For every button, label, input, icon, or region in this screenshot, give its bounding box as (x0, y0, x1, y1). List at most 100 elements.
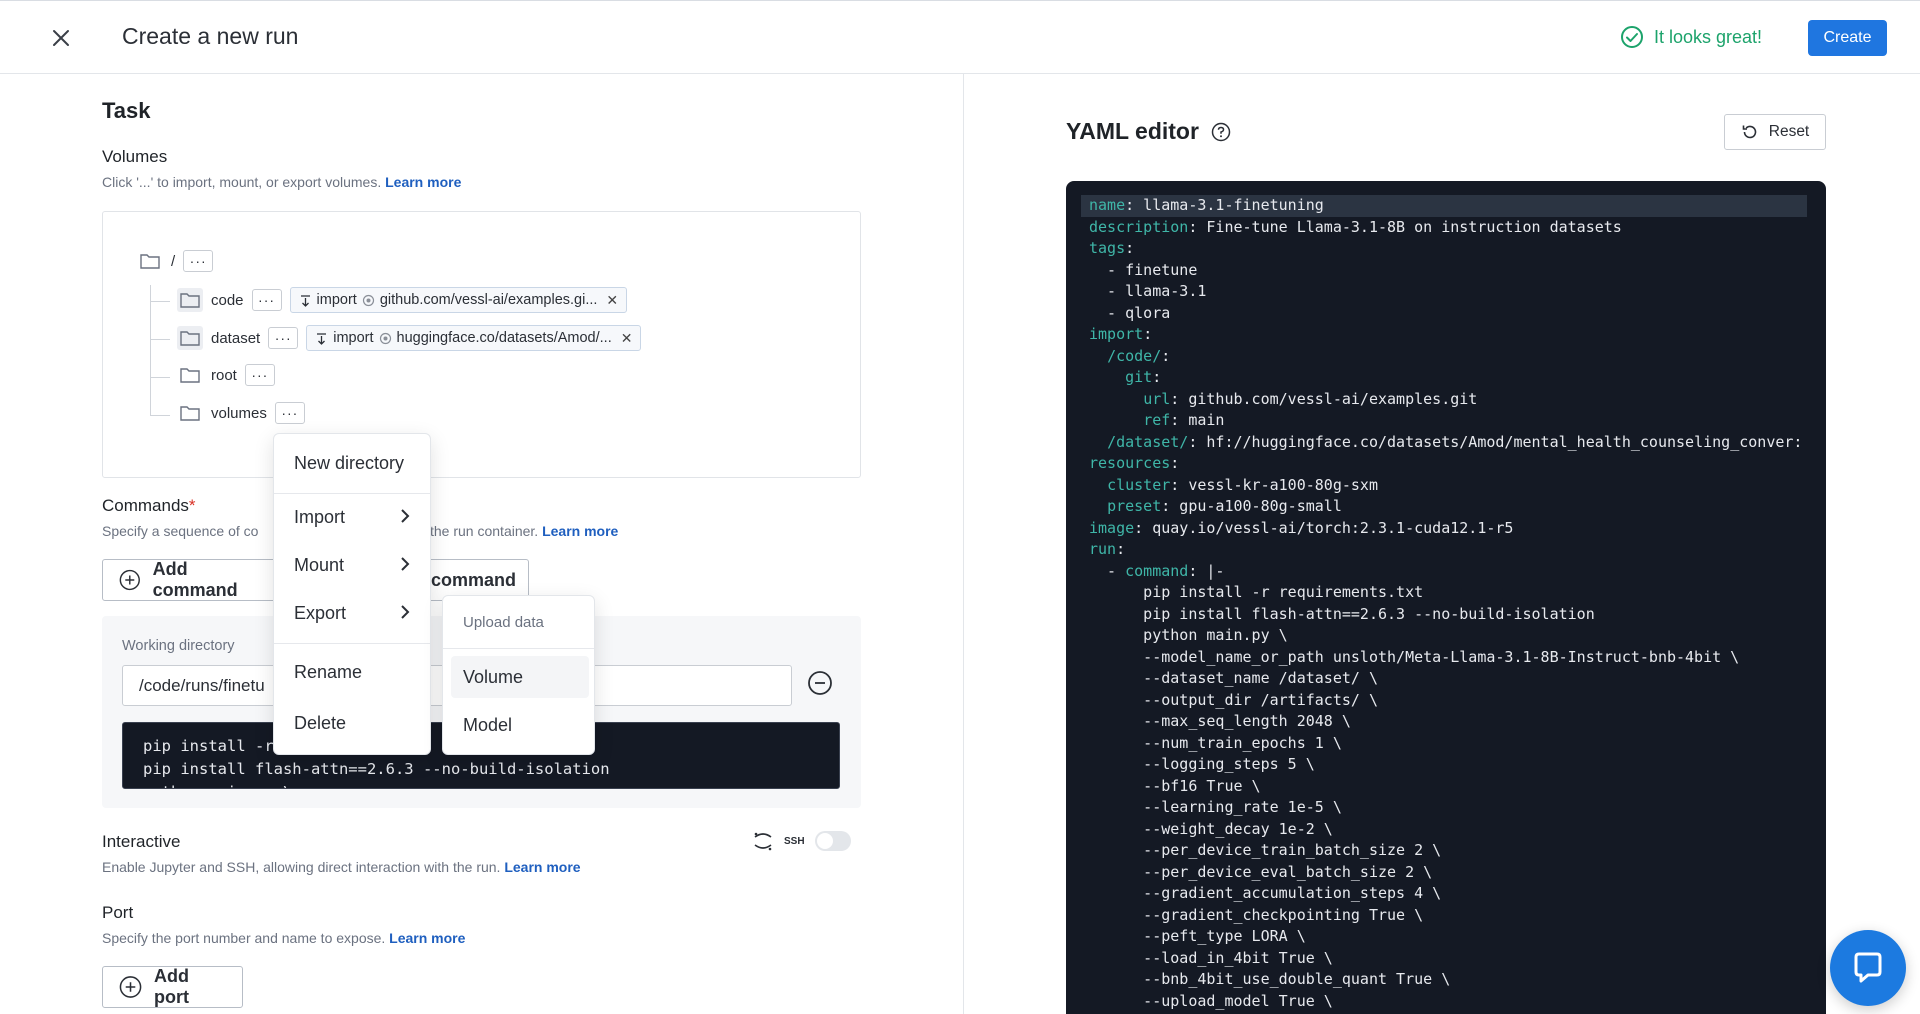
menu-item-mount[interactable]: Mount (274, 542, 430, 588)
tree-branch (150, 415, 170, 416)
chat-icon (1854, 952, 1882, 983)
yaml-value: : (1152, 368, 1162, 386)
yaml-line[interactable]: name: llama-3.1-finetuning (1081, 195, 1807, 217)
yaml-line[interactable]: - qlora (1081, 303, 1807, 325)
menu-item-new-directory[interactable]: New directory (274, 434, 430, 493)
remove-command-icon[interactable] (807, 670, 833, 696)
yaml-line[interactable]: image: quay.io/vessl-ai/torch:2.3.1-cuda… (1081, 518, 1807, 540)
ssh-toggle[interactable] (814, 831, 851, 851)
chat-support-button[interactable] (1830, 930, 1906, 1006)
yaml-line[interactable]: --upload_model True \ (1081, 991, 1807, 1013)
tree-item-label: volumes (211, 404, 267, 422)
import-chip: import huggingface.co/datasets/Amod/... … (306, 325, 642, 351)
yaml-line[interactable]: --logging_steps 5 \ (1081, 754, 1807, 776)
yaml-value: : (1170, 454, 1180, 472)
menu-item-delete[interactable]: Delete (274, 700, 430, 746)
chip-source: github.com/vessl-ai/examples.gi... (379, 292, 598, 308)
menu-item-import[interactable]: Import (274, 494, 430, 540)
yaml-line[interactable]: - finetune (1081, 260, 1807, 282)
submenu-item-volume[interactable]: Volume (451, 656, 589, 698)
folder-icon (137, 249, 163, 273)
yaml-line[interactable]: url: github.com/vessl-ai/examples.git (1081, 389, 1807, 411)
jupyter-icon (754, 832, 772, 851)
tree-item-code: code ··· import github.com/vessl-ai/exam… (177, 287, 628, 313)
link-icon (379, 332, 391, 344)
remove-chip-icon[interactable]: ✕ (621, 330, 633, 347)
yaml-line[interactable]: --per_device_eval_batch_size 2 \ (1081, 862, 1807, 884)
yaml-value: --per_device_eval_batch_size 2 \ (1089, 862, 1433, 881)
yaml-value: --logging_steps 5 \ (1089, 755, 1315, 773)
folder-icon (177, 363, 203, 387)
yaml-line[interactable]: - llama-3.1 (1081, 281, 1807, 303)
yaml-line[interactable]: --model_name_or_path unsloth/Meta-Llama-… (1081, 647, 1807, 669)
header-bar: Create a new run It looks great! Create (0, 0, 1920, 74)
task-title: Task (102, 98, 151, 123)
menu-item-export[interactable]: Export (274, 590, 430, 636)
yaml-line[interactable]: --load_in_4bit True \ (1081, 948, 1807, 970)
root-dir-more-button[interactable]: ··· (244, 364, 275, 386)
yaml-line[interactable]: import: (1081, 324, 1807, 346)
code-more-button[interactable]: ··· (251, 289, 282, 311)
yaml-line[interactable]: cluster: vessl-kr-a100-80g-sxm (1081, 475, 1807, 497)
yaml-line[interactable]: --gradient_checkpointing True \ (1081, 905, 1807, 927)
chevron-right-icon (400, 507, 410, 528)
yaml-line[interactable]: --dataset_name /dataset/ \ (1081, 668, 1807, 690)
add-port-label: Add port (154, 966, 190, 1007)
yaml-line[interactable]: --num_train_epochs 1 \ (1081, 733, 1807, 755)
yaml-line[interactable]: description: Fine-tune Llama-3.1-8B on i… (1081, 217, 1807, 239)
add-port-button[interactable]: Add port (102, 966, 243, 1008)
yaml-line[interactable]: pip install -r requirements.txt (1081, 582, 1807, 604)
yaml-value: : llama-3.1-finetuning (1125, 196, 1324, 214)
export-submenu: Upload data Volume Model (442, 595, 595, 755)
port-learn-more-link[interactable]: Learn more (389, 930, 465, 946)
chevron-right-icon (400, 603, 410, 624)
yaml-value: : Fine-tune Llama-3.1-8B on instruction … (1188, 217, 1622, 236)
yaml-line[interactable]: resources: (1081, 453, 1807, 475)
yaml-code[interactable]: name: llama-3.1-finetuning description: F… (1081, 195, 1807, 1012)
tree-root-row: / ··· (137, 249, 214, 273)
yaml-line[interactable]: run: (1081, 539, 1807, 561)
add-command-button[interactable]: Add command (102, 559, 282, 601)
root-more-button[interactable]: ··· (183, 250, 214, 272)
port-title: Port (102, 903, 134, 922)
yaml-line[interactable]: python main.py \ (1081, 625, 1807, 647)
volumes-more-button[interactable]: ··· (274, 402, 305, 424)
yaml-editor[interactable]: name: llama-3.1-finetuning description: F… (1066, 181, 1826, 1014)
workdir-label: Working directory (122, 638, 235, 654)
commands-learn-more-link[interactable]: Learn more (542, 523, 618, 539)
import-icon (317, 332, 327, 345)
close-icon[interactable] (46, 23, 76, 53)
yaml-line[interactable]: pip install flash-attn==2.6.3 --no-build… (1081, 604, 1807, 626)
yaml-line[interactable]: --weight_decay 1e-2 \ (1081, 819, 1807, 841)
submenu-item-model[interactable]: Model (451, 704, 589, 746)
port-desc: Specify the port number and name to expo… (102, 930, 466, 946)
yaml-line[interactable]: --bnb_4bit_use_double_quant True \ (1081, 969, 1807, 991)
interactive-learn-more-link[interactable]: Learn more (504, 859, 580, 875)
volumes-desc: Click '...' to import, mount, or export … (102, 174, 462, 190)
reset-button[interactable]: Reset (1724, 114, 1826, 150)
menu-item-rename[interactable]: Rename (274, 644, 430, 700)
yaml-line[interactable]: --learning_rate 1e-5 \ (1081, 797, 1807, 819)
yaml-line[interactable]: tags: (1081, 238, 1807, 260)
yaml-line[interactable]: --per_device_train_batch_size 2 \ (1081, 840, 1807, 862)
help-icon[interactable] (1211, 122, 1231, 142)
remove-chip-icon[interactable]: ✕ (606, 292, 618, 309)
yaml-key: git (1125, 368, 1153, 386)
yaml-line[interactable]: git: (1081, 367, 1807, 389)
yaml-line[interactable]: /code/: (1081, 346, 1807, 368)
yaml-line[interactable]: --gradient_accumulation_steps 4 \ (1081, 883, 1807, 905)
yaml-line[interactable]: --max_seq_length 2048 \ (1081, 711, 1807, 733)
yaml-line[interactable]: ref: main (1081, 410, 1807, 432)
yaml-line[interactable]: --peft_type LORA \ (1081, 926, 1807, 948)
yaml-line[interactable]: --bf16 True \ (1081, 776, 1807, 798)
yaml-line[interactable]: preset: gpu-a100-80g-small (1081, 496, 1807, 518)
dataset-more-button[interactable]: ··· (268, 327, 299, 349)
yaml-line[interactable]: /dataset/: hf://huggingface.co/datasets/… (1081, 432, 1807, 454)
yaml-key: preset (1107, 497, 1162, 515)
yaml-line[interactable]: - command: |- (1081, 561, 1807, 583)
create-button[interactable]: Create (1808, 20, 1887, 56)
volumes-learn-more-link[interactable]: Learn more (385, 174, 461, 190)
plus-circle-icon (119, 569, 140, 591)
yaml-line[interactable]: --output_dir /artifacts/ \ (1081, 690, 1807, 712)
tree-item-label: root (211, 366, 237, 384)
